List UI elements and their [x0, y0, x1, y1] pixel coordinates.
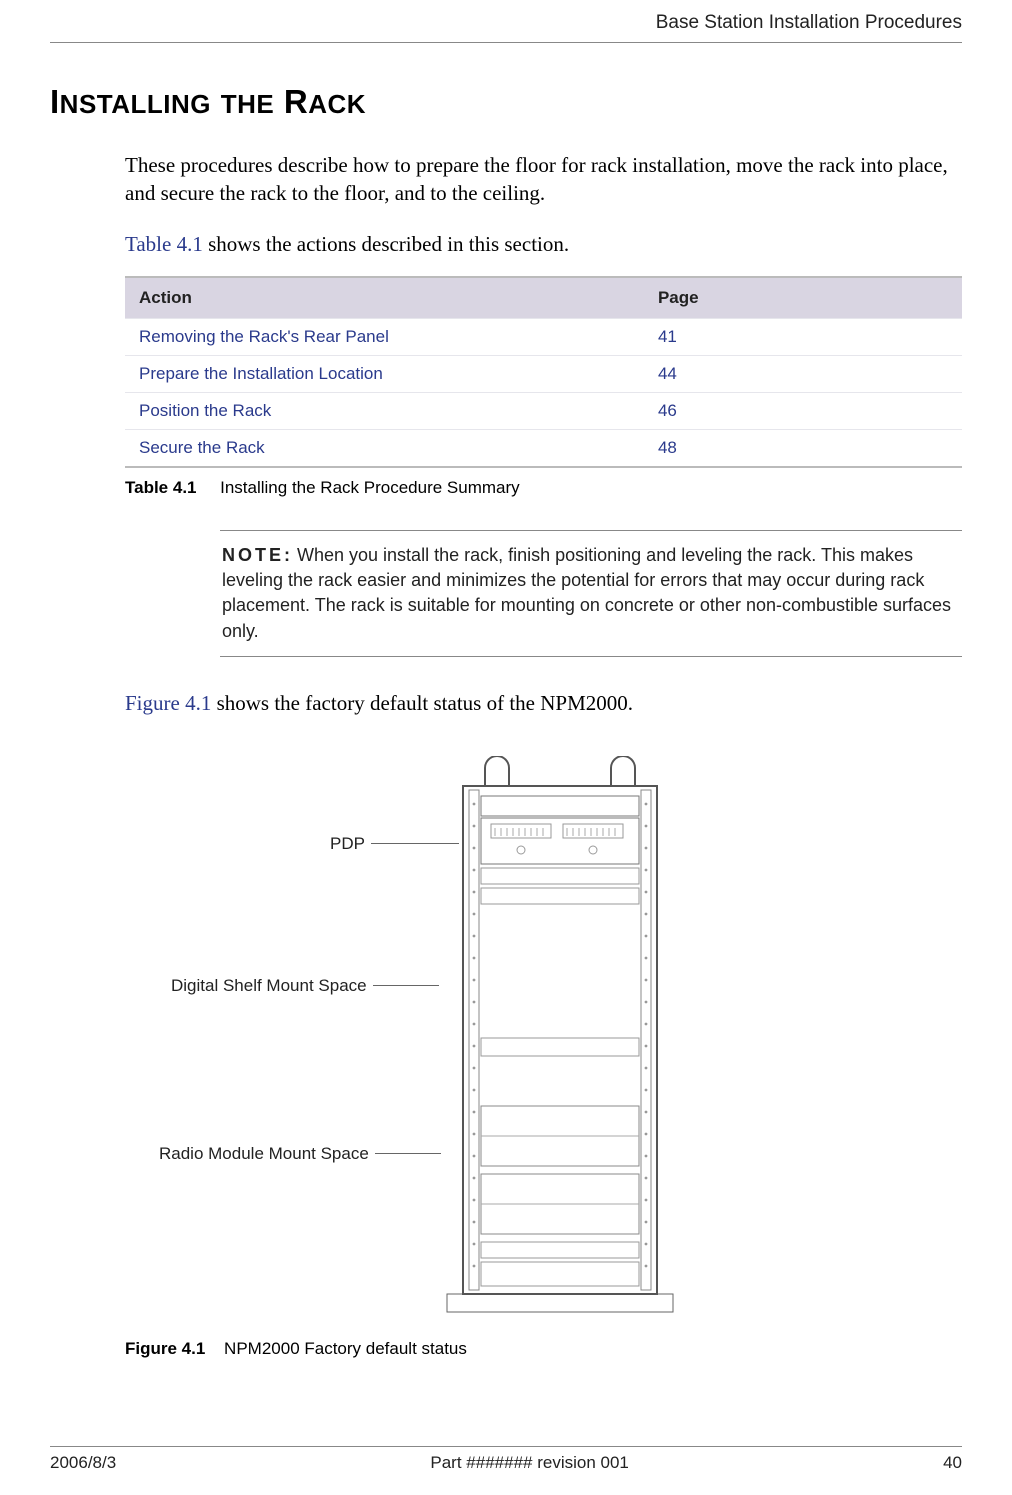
callout-radio-module: Radio Module Mount Space — [159, 1144, 441, 1164]
page-link[interactable]: 48 — [644, 430, 962, 468]
footer-page-number: 40 — [943, 1453, 962, 1473]
header-rule — [50, 42, 962, 43]
footer-part-number: Part ####### revision 001 — [430, 1453, 628, 1473]
figure-ref-rest: shows the factory default status of the … — [211, 691, 633, 715]
page-footer: 2006/8/3 Part ####### revision 001 40 — [0, 1438, 1012, 1474]
rack-diagram-icon — [445, 756, 675, 1316]
table-caption-text: Installing the Rack Procedure Summary — [220, 478, 520, 497]
figure-caption: Figure 4.1 NPM2000 Factory default statu… — [125, 1339, 962, 1359]
page-link[interactable]: 46 — [644, 393, 962, 430]
body: These procedures describe how to prepare… — [125, 151, 962, 1321]
figure-reference-paragraph: Figure 4.1 shows the factory default sta… — [125, 691, 962, 716]
callout-pdp: PDP — [330, 834, 459, 854]
note-box: NOTE:When you install the rack, finish p… — [220, 530, 962, 657]
col-header-action: Action — [125, 277, 644, 319]
col-header-page: Page — [644, 277, 962, 319]
table-row: Position the Rack 46 — [125, 393, 962, 430]
table-reference-paragraph: Table 4.1 shows the actions described in… — [125, 230, 962, 258]
callout-pdp-label: PDP — [330, 834, 365, 854]
action-link[interactable]: Removing the Rack's Rear Panel — [125, 319, 644, 356]
callout-digital-shelf: Digital Shelf Mount Space — [171, 976, 439, 996]
table-ref-link[interactable]: Table 4.1 — [125, 232, 203, 256]
page-link[interactable]: 41 — [644, 319, 962, 356]
callout-line-icon — [373, 985, 439, 986]
table-row: Prepare the Installation Location 44 — [125, 356, 962, 393]
running-header: Base Station Installation Procedures — [50, 0, 962, 42]
action-link[interactable]: Position the Rack — [125, 393, 644, 430]
note-text: When you install the rack, finish positi… — [222, 545, 951, 641]
callout-digital-shelf-label: Digital Shelf Mount Space — [171, 976, 367, 996]
procedure-summary-table: Action Page Removing the Rack's Rear Pan… — [125, 276, 962, 468]
page-link[interactable]: 44 — [644, 356, 962, 393]
table-ref-rest: shows the actions described in this sect… — [203, 232, 569, 256]
action-link[interactable]: Secure the Rack — [125, 430, 644, 468]
table-caption-label: Table 4.1 — [125, 478, 197, 497]
footer-rule — [50, 1446, 962, 1447]
footer-date: 2006/8/3 — [50, 1453, 116, 1473]
intro-paragraph: These procedures describe how to prepare… — [125, 151, 962, 208]
figure-wrap: PDP Digital Shelf Mount Space Radio Modu… — [125, 756, 962, 1321]
table-row: Removing the Rack's Rear Panel 41 — [125, 319, 962, 356]
table-caption: Table 4.1 Installing the Rack Procedure … — [125, 478, 962, 498]
figure-caption-label: Figure 4.1 — [125, 1339, 205, 1358]
page: Base Station Installation Procedures INS… — [0, 0, 1012, 1495]
section-heading: INSTALLING THE RACK — [50, 83, 962, 121]
figure-caption-text: NPM2000 Factory default status — [224, 1339, 467, 1358]
figure-ref-link[interactable]: Figure 4.1 — [125, 691, 211, 715]
action-link[interactable]: Prepare the Installation Location — [125, 356, 644, 393]
callout-line-icon — [375, 1153, 441, 1154]
callout-radio-module-label: Radio Module Mount Space — [159, 1144, 369, 1164]
table-row: Secure the Rack 48 — [125, 430, 962, 468]
note-label: NOTE: — [222, 545, 293, 565]
